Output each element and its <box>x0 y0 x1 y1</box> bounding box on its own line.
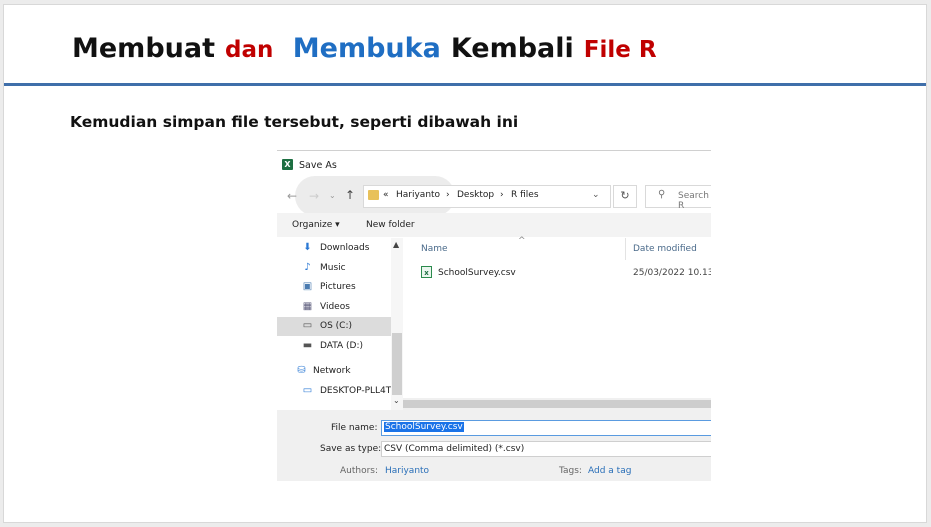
column-header-name[interactable]: Name <box>421 244 448 254</box>
folder-icon <box>368 190 379 200</box>
slide-title: Membuat dan Membuka Kembali File R <box>72 33 667 64</box>
nav-item-data-d[interactable]: ▬ DATA (D:) <box>277 337 391 356</box>
videos-icon: ▦ <box>302 301 313 312</box>
title-rule <box>4 83 926 86</box>
nav-item-label: Pictures <box>320 282 356 292</box>
title-word-file-r: File R <box>583 37 657 63</box>
save-as-type-label: Save as type: <box>320 444 382 454</box>
nav-item-network[interactable]: ⛁ Network <box>277 362 391 381</box>
breadcrumb-desktop[interactable]: Desktop <box>457 190 494 200</box>
breadcrumb-hariyanto[interactable]: Hariyanto <box>396 190 440 200</box>
column-header-date-modified[interactable]: Date modified <box>633 244 697 254</box>
organize-button[interactable]: Organize ▾ <box>292 220 340 230</box>
breadcrumb-overflow[interactable]: « <box>383 190 389 200</box>
title-word-kembali: Kembali <box>450 33 574 64</box>
file-name-input-value: SchoolSurvey.csv <box>384 422 464 432</box>
forward-arrow-icon[interactable]: → <box>309 189 319 203</box>
file-list: Name ^ Date modified x SchoolSurvey.csv … <box>403 236 711 396</box>
breadcrumb-r-files[interactable]: R files <box>511 190 539 200</box>
search-icon: ⚲ <box>658 189 666 200</box>
music-icon: ♪ <box>304 262 311 273</box>
title-word-dan: dan <box>225 37 274 63</box>
file-name[interactable]: SchoolSurvey.csv <box>438 268 516 278</box>
nav-item-pictures[interactable]: ▣ Pictures <box>277 278 391 297</box>
nav-item-os-c[interactable]: ▭ OS (C:) <box>277 317 391 336</box>
dialog-title: Save As <box>299 160 337 171</box>
chevron-down-icon[interactable]: ⌄ <box>329 191 336 200</box>
address-dropdown-icon[interactable]: ⌄ <box>592 190 600 200</box>
search-input[interactable]: ⚲ Search R <box>645 185 711 211</box>
nav-item-desktop-pc[interactable]: ▭ DESKTOP-PLL4TC <box>277 382 392 401</box>
breadcrumb-separator: › <box>500 190 504 200</box>
nav-item-videos[interactable]: ▦ Videos <box>277 298 391 317</box>
download-icon: ⬇ <box>303 242 312 253</box>
nav-item-label: Network <box>313 366 351 376</box>
save-as-type-select[interactable]: CSV (Comma delimited) (*.csv) <box>381 441 711 457</box>
save-as-dialog-screenshot: X Save As ← → ⌄ ↑ « Hariyanto › Desktop … <box>277 150 711 481</box>
dialog-toolbar: Organize ▾ New folder <box>277 213 711 237</box>
excel-icon: X <box>282 159 293 170</box>
authors-label: Authors: <box>340 466 379 476</box>
breadcrumb-separator: › <box>446 190 450 200</box>
authors-value[interactable]: Hariyanto <box>385 466 429 476</box>
nav-item-label: DESKTOP-PLL4TC <box>320 386 392 396</box>
drive-icon: ▭ <box>302 320 313 331</box>
computer-icon: ▭ <box>302 385 313 396</box>
back-arrow-icon[interactable]: ← <box>287 189 297 203</box>
new-folder-button[interactable]: New folder <box>366 220 415 230</box>
scrollbar-thumb[interactable] <box>403 400 711 408</box>
scrollbar-thumb[interactable] <box>392 333 402 395</box>
title-word-membuka: Membuka <box>292 33 441 64</box>
tags-label: Tags: <box>559 466 582 476</box>
nav-item-label: Videos <box>320 302 350 312</box>
file-date: 25/03/2022 10.13 <box>633 268 711 278</box>
scroll-down-icon[interactable]: ⌄ <box>393 396 400 405</box>
column-separator[interactable] <box>625 238 626 260</box>
csv-file-icon: x <box>421 266 432 278</box>
nav-item-label: Music <box>320 263 346 273</box>
slide-subtitle: Kemudian simpan file tersebut, seperti d… <box>70 113 519 131</box>
nav-item-label: Downloads <box>320 243 370 253</box>
nav-item-downloads[interactable]: ⬇ Downloads <box>277 239 391 258</box>
sort-up-icon: ^ <box>518 236 526 246</box>
dialog-titlebar: X Save As <box>277 150 711 179</box>
navigation-pane: ⬇ Downloads ♪ Music ▣ Pictures ▦ Videos … <box>277 238 392 401</box>
file-name-label: File name: <box>331 423 378 433</box>
nav-item-label: OS (C:) <box>320 321 352 331</box>
search-placeholder: Search R <box>678 191 709 211</box>
up-arrow-icon[interactable]: ↑ <box>345 188 355 202</box>
add-tag-link[interactable]: Add a tag <box>588 466 631 476</box>
title-word-membuat: Membuat <box>72 33 215 64</box>
save-as-type-value: CSV (Comma delimited) (*.csv) <box>384 444 525 454</box>
nav-scrollbar[interactable]: ▲ ⌄ <box>391 238 403 410</box>
network-icon: ⛁ <box>297 365 306 376</box>
refresh-icon[interactable]: ↻ <box>613 185 637 208</box>
pictures-icon: ▣ <box>302 281 313 292</box>
nav-item-label: DATA (D:) <box>320 341 364 351</box>
file-list-horizontal-scrollbar[interactable] <box>403 398 711 410</box>
scroll-up-icon[interactable]: ▲ <box>393 240 399 249</box>
file-name-input[interactable]: SchoolSurvey.csv <box>381 420 711 436</box>
drive-icon: ▬ <box>302 340 313 351</box>
address-bar[interactable]: « Hariyanto › Desktop › R files ⌄ <box>363 185 611 208</box>
nav-item-music[interactable]: ♪ Music <box>277 259 391 278</box>
